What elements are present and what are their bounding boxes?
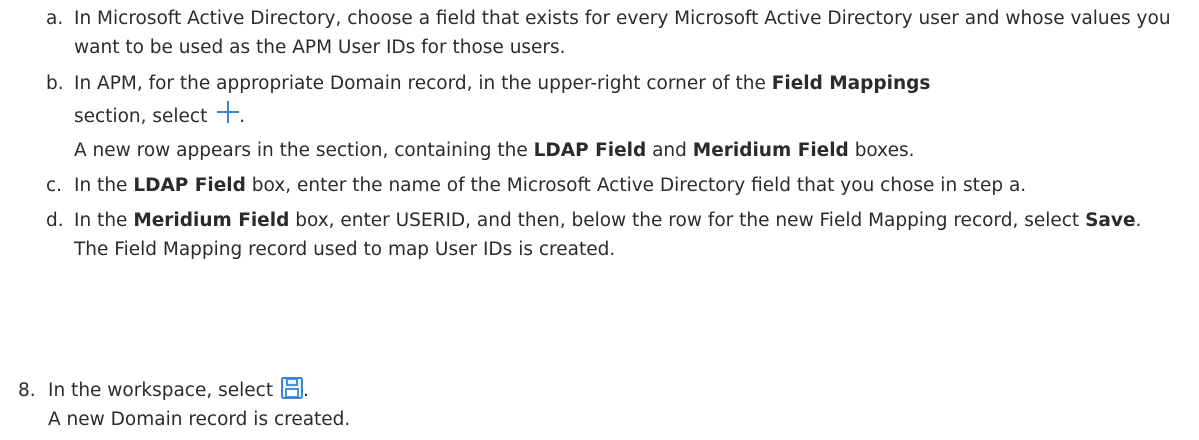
substep-text: In Microsoft Active Directory, choose a …: [74, 4, 1184, 62]
step-8-result: A new Domain record is created.: [48, 409, 351, 430]
substep-text: In the LDAP Field box, enter the name of…: [74, 175, 1027, 196]
main-step-list: 8. In the workspace, select . A new Doma…: [0, 376, 1199, 434]
plus-icon: [217, 101, 240, 123]
substep-marker: c.: [46, 175, 63, 196]
substep-b-text-3: .: [239, 106, 246, 127]
substep-b: b. In APM, for the appropriate Domain re…: [0, 69, 1199, 165]
substep-d: d. In the Meridium Field box, enter USER…: [0, 206, 1199, 264]
substep-a: a. In Microsoft Active Directory, choose…: [0, 4, 1199, 62]
substep-marker: a.: [46, 8, 64, 29]
ldap-field-label: LDAP Field: [133, 175, 246, 196]
substep-list: a. In Microsoft Active Directory, choose…: [0, 4, 1199, 264]
substep-b-text-1: In APM, for the appropriate Domain recor…: [74, 73, 772, 94]
meridium-field-label: Meridium Field: [133, 210, 290, 231]
substep-c: c. In the LDAP Field box, enter the name…: [0, 171, 1199, 200]
field-mappings-label: Field Mappings: [771, 73, 931, 94]
meridium-field-label: Meridium Field: [692, 140, 849, 161]
substep-b-result: A new row appears in the section, contai…: [74, 140, 915, 161]
substep-marker: d.: [46, 210, 64, 231]
substep-b-text-2: section, select: [74, 106, 214, 127]
step-8: 8. In the workspace, select . A new Doma…: [0, 376, 1199, 434]
step-text: In the workspace, select . A new Domain …: [48, 376, 1158, 434]
substep-d-result: The Field Mapping record used to map Use…: [74, 239, 616, 260]
substep-text: In the Meridium Field box, enter USERID,…: [74, 206, 1184, 264]
save-icon: [280, 377, 303, 399]
substep-text: In APM, for the appropriate Domain recor…: [74, 69, 1184, 165]
save-label: Save: [1085, 210, 1136, 231]
step-marker: 8.: [18, 380, 36, 401]
ldap-field-label: LDAP Field: [533, 140, 647, 161]
substep-marker: b.: [46, 73, 64, 94]
substep-a-text: In Microsoft Active Directory, choose a …: [74, 8, 1171, 58]
